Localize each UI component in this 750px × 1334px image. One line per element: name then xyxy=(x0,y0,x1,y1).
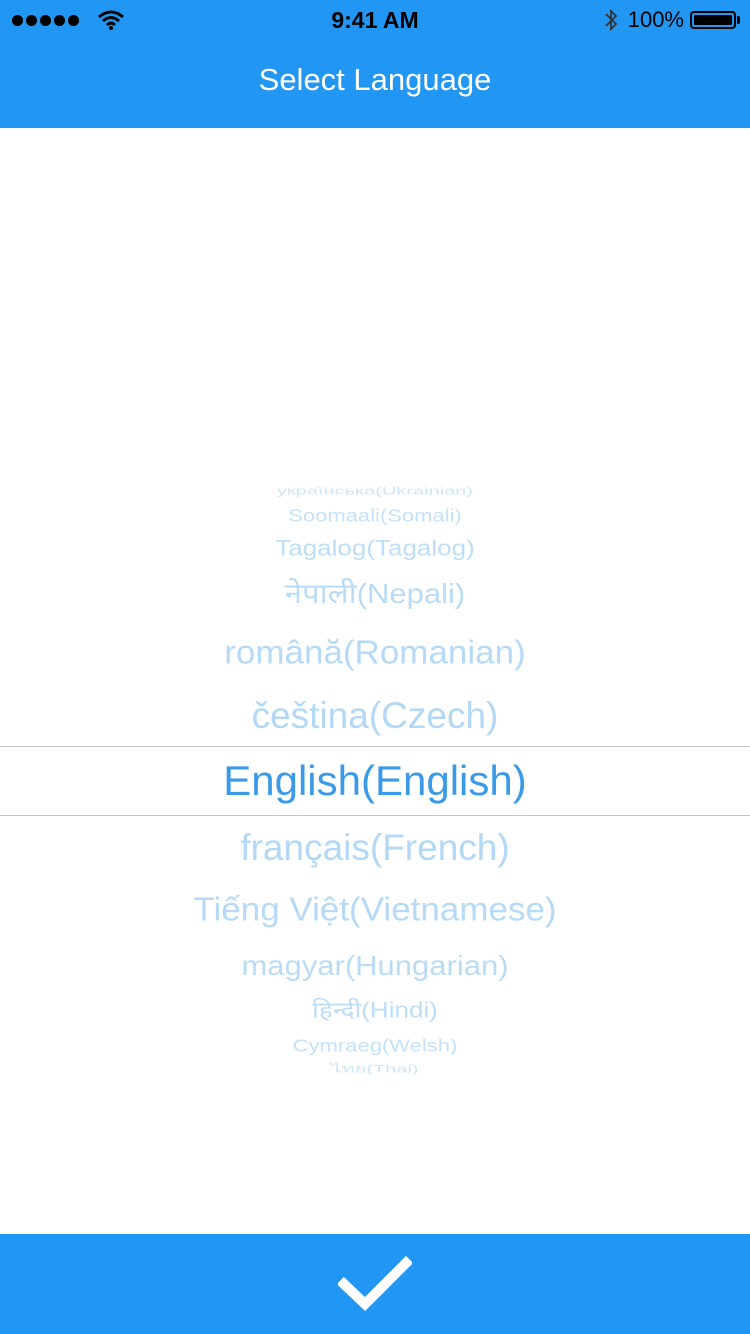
nav-bar: Select Language xyxy=(0,40,750,128)
battery-percent: 100% xyxy=(627,7,684,32)
battery-tip-icon xyxy=(737,16,740,24)
bluetooth-icon xyxy=(605,8,617,32)
picker-item[interactable]: Tagalog(Tagalog) xyxy=(0,535,750,561)
picker-item[interactable]: Tiếng Việt(Vietnamese) xyxy=(0,890,750,930)
selection-line-bottom xyxy=(0,815,750,816)
picker-item[interactable]: ไทย(Thai) xyxy=(0,1063,750,1075)
status-bar: 9:41 AM 100% xyxy=(0,0,750,40)
status-right-group: 100% xyxy=(604,0,740,40)
picker-item[interactable]: français(French) xyxy=(0,826,750,870)
battery-icon xyxy=(690,11,736,29)
picker-item[interactable]: हिन्दी(Hindi) xyxy=(0,997,750,1023)
picker-item[interactable]: Cymraeg(Welsh) xyxy=(0,1036,750,1056)
selection-line-top xyxy=(0,746,750,747)
picker-item[interactable]: नेपाली(Nepali) xyxy=(0,578,750,610)
checkmark-icon xyxy=(338,1256,412,1311)
picker-item[interactable]: українська(Ukrainian) xyxy=(0,485,750,497)
page-title: Select Language xyxy=(258,62,492,97)
picker-item-selected[interactable]: English(English) xyxy=(0,756,750,806)
picker-item[interactable]: magyar(Hungarian) xyxy=(0,950,750,982)
picker-item[interactable]: čeština(Czech) xyxy=(0,694,750,738)
confirm-button[interactable] xyxy=(0,1234,750,1334)
picker-item[interactable]: Soomaali(Somali) xyxy=(0,506,750,526)
language-picker[interactable]: українська(Ukrainian) Soomaali(Somali) T… xyxy=(0,128,750,1234)
picker-item[interactable]: română(Romanian) xyxy=(0,633,750,673)
